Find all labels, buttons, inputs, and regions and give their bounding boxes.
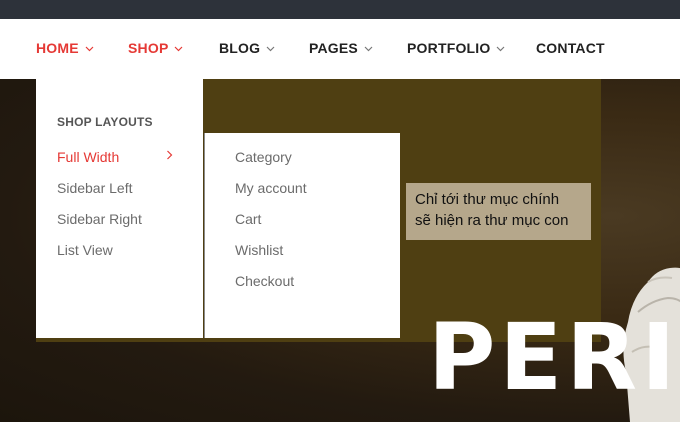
nav-item-label: BLOG <box>219 40 261 56</box>
menu-item-sidebar-left[interactable]: Sidebar Left <box>57 180 133 196</box>
nav-item-contact[interactable]: CONTACT <box>536 19 605 79</box>
shop-submenu: Category My account Cart Wishlist Checko… <box>204 133 400 338</box>
nav-item-shop[interactable]: SHOP <box>128 19 183 79</box>
nav-item-blog[interactable]: BLOG <box>219 19 275 79</box>
nav-item-portfolio[interactable]: PORTFOLIO <box>407 19 505 79</box>
nav-item-home[interactable]: HOME <box>36 19 94 79</box>
annotation-tooltip: Chỉ tới thư mục chính sẽ hiện ra thư mục… <box>406 183 591 240</box>
tooltip-line-2: sẽ hiện ra thư mục con <box>415 212 569 229</box>
menu-item-full-width[interactable]: Full Width <box>57 149 119 165</box>
chevron-down-icon <box>85 46 94 52</box>
top-bar <box>0 0 680 19</box>
chevron-down-icon <box>266 46 275 52</box>
submenu-item-wishlist[interactable]: Wishlist <box>235 242 283 258</box>
submenu-item-cart[interactable]: Cart <box>235 211 261 227</box>
chevron-right-icon <box>166 147 173 165</box>
submenu-item-my-account[interactable]: My account <box>235 180 307 196</box>
nav-item-pages[interactable]: PAGES <box>309 19 373 79</box>
menu-item-list-view[interactable]: List View <box>57 242 113 258</box>
chevron-down-icon <box>174 46 183 52</box>
main-navigation: HOME SHOP BLOG PAGES PORTFOLIO CONTACT <box>0 19 680 79</box>
chevron-down-icon <box>364 46 373 52</box>
nav-item-label: PAGES <box>309 40 358 56</box>
chevron-down-icon <box>496 46 505 52</box>
nav-item-label: SHOP <box>128 40 169 56</box>
submenu-item-category[interactable]: Category <box>235 149 292 165</box>
hero-title: PERI <box>428 304 680 411</box>
submenu-item-checkout[interactable]: Checkout <box>235 273 294 289</box>
shop-dropdown-menu: SHOP LAYOUTS Full Width Sidebar Left Sid… <box>36 79 203 338</box>
nav-item-label: HOME <box>36 40 79 56</box>
menu-item-sidebar-right[interactable]: Sidebar Right <box>57 211 142 227</box>
nav-item-label: PORTFOLIO <box>407 40 491 56</box>
tooltip-line-1: Chỉ tới thư mục chính <box>415 191 560 208</box>
nav-item-label: CONTACT <box>536 40 605 56</box>
menu-heading: SHOP LAYOUTS <box>57 115 153 129</box>
